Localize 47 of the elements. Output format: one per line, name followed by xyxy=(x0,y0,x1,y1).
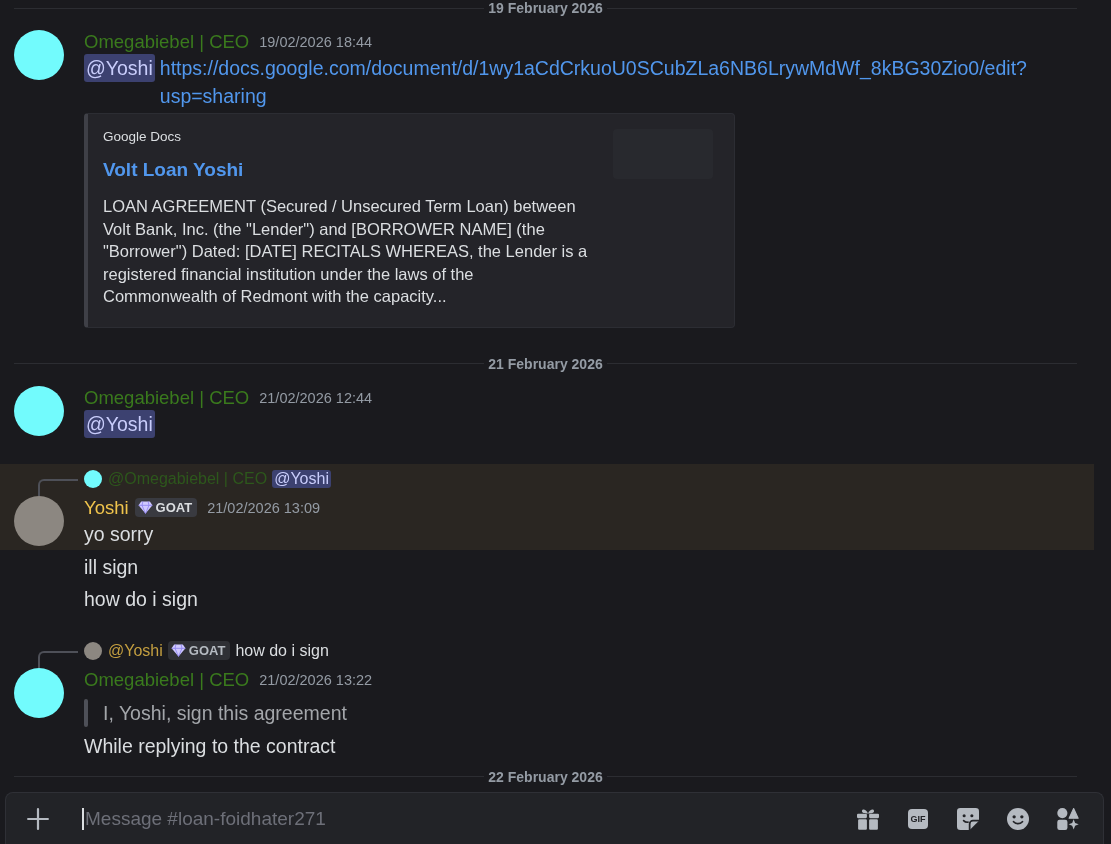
reply-avatar-photo-placeholder[interactable] xyxy=(84,641,102,660)
avatar-photo-placeholder[interactable] xyxy=(14,495,64,546)
message-text: how do i sign xyxy=(84,587,198,610)
gift-icon[interactable] xyxy=(857,807,879,830)
author-name[interactable]: Yoshi xyxy=(84,495,129,520)
message-text: ill sign xyxy=(84,555,139,578)
timestamp: 21/02/2026 13:09 xyxy=(207,499,321,516)
reply-preview-text[interactable]: how do i sign xyxy=(235,641,329,660)
date-divider-label: 22 February 2026 xyxy=(487,768,604,785)
reply-connector xyxy=(38,650,78,668)
user-mention[interactable]: @Yoshi xyxy=(84,409,155,438)
text-cursor xyxy=(82,807,84,830)
message-text: While replying to the contract xyxy=(84,733,336,759)
reply-connector xyxy=(38,478,78,496)
message-composer[interactable]: Message #loan-foidhater271 GIF xyxy=(5,792,1104,844)
smiley-icon[interactable] xyxy=(1007,807,1029,830)
embed-title-link[interactable]: Volt Loan Yoshi xyxy=(103,159,590,181)
author-name[interactable]: Omegabiebel | CEO xyxy=(84,30,250,54)
timestamp: 21/02/2026 12:44 xyxy=(259,389,373,406)
user-mention[interactable]: @Yoshi xyxy=(84,54,155,82)
reply-avatar[interactable] xyxy=(84,469,102,488)
gem-icon xyxy=(137,501,153,514)
tag-label: GOAT xyxy=(155,499,193,517)
timestamp: 21/02/2026 13:22 xyxy=(259,671,373,688)
message-text: yo sorry xyxy=(84,521,154,547)
link[interactable]: https://docs.google.com/document/d/1wy1aCdCrkuoU0SCubZLa6NB6LrywMdWf_8kBG30Zio0/edit?usp=sharing xyxy=(159,54,1074,110)
avatar[interactable] xyxy=(14,385,64,436)
sticker-icon[interactable] xyxy=(957,807,979,830)
date-divider-label: 19 February 2026 xyxy=(487,0,604,16)
embed-description: LOAN AGREEMENT (Secured / Unsecured Term Loan) between Volt Bank, Inc. (the "Lender") and [BORROWER NAME] (the "Borrower") Dated: [DATE] RECITALS WHEREAS, the Lender is a registered financial institution under the laws of the Commonwealth of Redmont with the capacity... xyxy=(103,196,589,307)
embed-provider: Google Docs xyxy=(103,128,183,146)
reply-author-name[interactable]: @Yoshi xyxy=(108,641,163,660)
tag-label: GOAT xyxy=(188,642,226,660)
timestamp: 19/02/2026 18:44 xyxy=(259,34,373,50)
author-name[interactable]: Omegabiebel | CEO xyxy=(84,385,250,410)
message-text: I, Yoshi, sign this agreement xyxy=(103,701,347,724)
apps-icon[interactable] xyxy=(1057,807,1079,830)
author-name[interactable]: Omegabiebel | CEO xyxy=(84,667,250,692)
plus-icon[interactable] xyxy=(27,807,49,830)
quote-bar xyxy=(84,698,88,727)
avatar[interactable] xyxy=(14,30,64,80)
gem-icon xyxy=(170,644,186,657)
date-divider-label: 21 February 2026 xyxy=(487,355,604,372)
message-input[interactable]: Message #loan-foidhater271 xyxy=(85,805,837,832)
avatar[interactable] xyxy=(14,667,64,718)
user-mention[interactable]: @Yoshi xyxy=(272,469,331,488)
gif-button[interactable]: GIF xyxy=(908,808,928,829)
